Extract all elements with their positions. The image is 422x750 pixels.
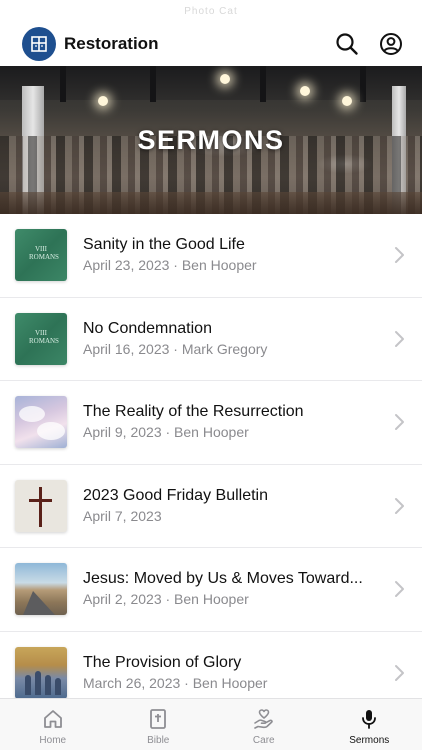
sermon-meta: April 2, 2023 · Ben Hooper [83,591,249,608]
sermon-meta: April 9, 2023 · Ben Hooper [83,424,249,441]
sermon-list: VIII ROMANS Sanity in the Good Life April… [0,214,422,715]
sermon-thumbnail [15,563,67,616]
sermon-thumbnail [15,479,67,532]
sermon-text: Sanity in the Good Life April 23, 2023 ·… [83,235,382,275]
sermon-meta: April 23, 2023 · Ben Hooper [83,257,257,274]
chevron-right-icon [395,581,404,598]
sermon-title: Sanity in the Good Life [83,236,245,254]
tab-bar: Home Bible Care Sermons [0,698,422,750]
sermon-title: No Condemnation [83,319,212,337]
chevron-right-icon [395,664,404,681]
app-title: Restoration [64,34,159,53]
sermon-text: The Reality of the Resurrection April 9,… [83,402,382,442]
sermon-meta: March 26, 2023 · Ben Hooper [83,674,268,691]
sermon-title: The Reality of the Resurrection [83,403,304,421]
top-bar: Restoration [0,22,422,66]
cloud-shape [19,406,45,423]
figure-shape [25,674,31,695]
sermon-text: The Provision of Glory March 26, 2023 · … [83,653,382,693]
tab-sermons[interactable]: Sermons [317,699,422,750]
chevron-right-icon [395,247,404,264]
tab-label: Bible [147,735,170,746]
tab-label: Sermons [349,735,390,746]
sermon-meta: April 16, 2023 · Mark Gregory [83,340,268,357]
account-icon[interactable] [376,29,406,59]
care-hand-heart-icon [252,707,276,731]
sermon-text: 2023 Good Friday Bulletin April 7, 2023 [83,486,382,526]
figure-shape [55,677,61,695]
tab-care[interactable]: Care [211,699,317,750]
sermon-list-item[interactable]: Jesus: Moved by Us & Moves Toward... Apr… [0,548,422,632]
tab-label: Care [252,735,275,746]
sermon-list-item[interactable]: VIII ROMANS No Condemnation April 16, 202… [0,298,422,381]
sermon-list-item[interactable]: 2023 Good Friday Bulletin April 7, 2023 [0,465,422,548]
status-bar: Photo Cat [0,0,422,22]
road-shape [23,591,55,616]
bible-icon [146,707,170,731]
tab-bible[interactable]: Bible [106,699,212,750]
chevron-right-icon [395,497,404,514]
home-icon [41,707,65,731]
sermon-meta: April 7, 2023 [83,507,162,524]
status-text: Photo Cat [184,5,238,17]
sermon-thumbnail [15,646,67,699]
sermon-title: The Provision of Glory [83,653,242,671]
figure-shape [45,674,51,695]
sermon-thumbnail: VIII ROMANS [15,229,67,282]
microphone-icon [357,707,381,731]
sermon-title: 2023 Good Friday Bulletin [83,486,268,504]
tab-label: Home [39,735,67,746]
sermon-text: No Condemnation April 16, 2023 · Mark Gr… [83,319,382,359]
chevron-right-icon [395,330,404,347]
hero-title: SERMONS [137,124,285,155]
sermon-text: Jesus: Moved by Us & Moves Toward... Apr… [83,569,382,609]
search-icon[interactable] [332,29,362,59]
thumbnail-series-text: VIII ROMANS [29,245,59,262]
tab-home[interactable]: Home [0,699,106,750]
chevron-right-icon [395,414,404,431]
sermon-title: Jesus: Moved by Us & Moves Toward... [83,570,363,588]
sermon-list-item[interactable]: The Reality of the Resurrection April 9,… [0,381,422,465]
thumbnail-series-text: VIII ROMANS [29,328,59,345]
cloud-shape [37,422,65,441]
sermon-thumbnail [15,396,67,449]
hero-banner: SERMONS [0,66,422,214]
sermon-list-item[interactable]: VIII ROMANS Sanity in the Good Life April… [0,214,422,298]
cross-icon-bar [29,498,52,502]
app-logo-icon [22,27,56,61]
sermon-thumbnail: VIII ROMANS [15,312,67,365]
cross-icon [39,486,42,527]
figure-shape [35,670,41,695]
